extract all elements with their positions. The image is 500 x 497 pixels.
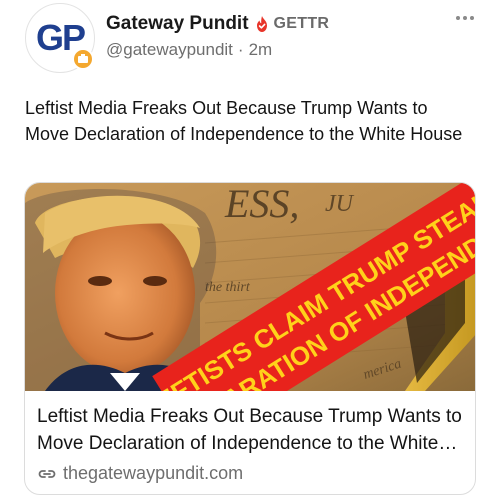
- timestamp[interactable]: 2m: [249, 40, 273, 60]
- handle[interactable]: @gatewaypundit: [106, 40, 233, 60]
- doc-text: the thirt: [205, 280, 251, 295]
- meta-row: @gatewaypundit · 2m: [106, 40, 480, 60]
- link-card[interactable]: ESS, JU the thirt merica LEFTISTS CLAIM …: [24, 182, 476, 495]
- verified-flame-icon: [253, 15, 271, 33]
- doc-text: ESS,: [224, 183, 299, 226]
- platform-label: GETTR: [273, 15, 330, 32]
- name-row: Gateway Pundit GETTR: [106, 12, 480, 36]
- card-body: Leftist Media Freaks Out Because Trump W…: [37, 403, 463, 484]
- more-horizontal-icon[interactable]: [456, 16, 474, 20]
- badge-icon: [72, 48, 94, 70]
- link-icon: [37, 464, 57, 484]
- post-header: Gateway Pundit GETTR @gatewaypundit · 2m: [106, 12, 480, 60]
- gettr-post: GP Gateway Pundit GETTR @gatewaypundit ·…: [0, 0, 500, 497]
- card-image[interactable]: ESS, JU the thirt merica LEFTISTS CLAIM …: [25, 183, 475, 391]
- card-title[interactable]: Leftist Media Freaks Out Because Trump W…: [37, 403, 463, 457]
- post-text: Leftist Media Freaks Out Because Trump W…: [25, 98, 463, 144]
- doc-text: JU: [325, 191, 355, 217]
- display-name[interactable]: Gateway Pundit: [106, 13, 249, 35]
- card-domain[interactable]: thegatewaypundit.com: [63, 463, 243, 484]
- card-link[interactable]: thegatewaypundit.com: [37, 463, 463, 484]
- separator: ·: [237, 40, 244, 59]
